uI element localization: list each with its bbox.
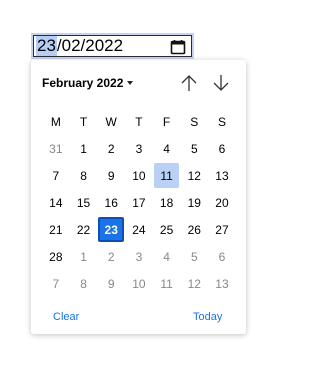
weekday-header: T (79, 114, 88, 129)
calendar-day[interactable]: 15 (70, 189, 98, 216)
date-day-segment[interactable]: 23 (36, 36, 57, 56)
calendar-day[interactable]: 16 (97, 189, 125, 216)
calendar-day[interactable]: 31 (42, 135, 70, 162)
calendar-day[interactable]: 13 (208, 270, 236, 297)
calendar-day[interactable]: 2 (97, 135, 125, 162)
clear-button[interactable]: Clear (53, 311, 79, 323)
calendar-day[interactable]: 4 (153, 135, 181, 162)
calendar-day[interactable]: 12 (180, 270, 208, 297)
calendar-day[interactable]: 1 (70, 135, 98, 162)
calendar-day[interactable]: 9 (97, 270, 125, 297)
calendar-day[interactable]: 1 (70, 243, 98, 270)
calendar-day[interactable]: 9 (97, 162, 125, 189)
calendar-day[interactable]: 27 (208, 216, 236, 243)
calendar-day[interactable]: 11 (153, 270, 181, 297)
month-year-selector[interactable]: February 2022 (42, 76, 134, 90)
calendar-day[interactable]: 6 (208, 243, 236, 270)
weekday-header: F (162, 114, 171, 129)
selected-day[interactable]: 23 (98, 217, 125, 242)
calendar-day[interactable]: 18 (153, 189, 181, 216)
weekday-header: S (190, 114, 199, 129)
weekday-header: T (135, 114, 143, 129)
calendar-day[interactable]: 26 (180, 216, 208, 243)
date-input-field[interactable]: 23/02/2022 (33, 35, 192, 57)
calendar-day[interactable]: 13 (208, 162, 236, 189)
calendar-day[interactable]: 11 (153, 163, 180, 188)
calendar-day[interactable]: 20 (208, 189, 236, 216)
weekday-header: M (50, 114, 61, 129)
calendar-day[interactable]: 10 (125, 162, 153, 189)
arrow-down-icon[interactable] (211, 72, 231, 94)
weekday-header: S (217, 114, 226, 129)
calendar-day[interactable]: 17 (125, 189, 153, 216)
calendar-day[interactable]: 28 (42, 243, 70, 270)
arrow-up-icon[interactable] (179, 72, 199, 94)
date-month-year-segment[interactable]: /02/2022 (57, 36, 123, 56)
calendar-day[interactable]: 24 (125, 216, 153, 243)
date-input[interactable]: 23/02/2022 (31, 33, 194, 59)
calendar-day[interactable]: 3 (125, 243, 153, 270)
calendar-day[interactable]: 7 (42, 270, 70, 297)
caret-down-icon (127, 81, 134, 85)
calendar-day[interactable]: 6 (208, 135, 236, 162)
calendar-day[interactable]: 12 (180, 162, 208, 189)
calendar-day[interactable]: 2 (97, 243, 125, 270)
month-year-label: February 2022 (42, 76, 124, 90)
calendar-day[interactable]: 4 (153, 243, 181, 270)
calendar-day[interactable]: 8 (70, 270, 98, 297)
calendar-day[interactable]: 22 (70, 216, 98, 243)
today-button[interactable]: Today (193, 311, 222, 323)
calendar-day[interactable]: 10 (125, 270, 153, 297)
calendar-day[interactable]: 5 (180, 135, 208, 162)
calendar-icon[interactable] (170, 39, 186, 55)
calendar-day[interactable]: 25 (153, 216, 181, 243)
calendar-day[interactable]: 3 (125, 135, 153, 162)
calendar-day[interactable]: 19 (180, 189, 208, 216)
date-picker-popup: February 2022 M T W T F S S 31 1 2 3 4 5 6 7 8 9 10 11 12 13… (31, 60, 246, 334)
weekday-header: W (105, 114, 117, 129)
calendar-day[interactable]: 8 (70, 162, 98, 189)
calendar-day[interactable]: 14 (42, 189, 70, 216)
calendar-day[interactable]: 21 (42, 216, 70, 243)
calendar-day[interactable]: 7 (42, 162, 70, 189)
calendar-grid: M T W T F S S 31 1 2 3 4 5 6 7 8 9 10 11 12 13 14 15 16 17 18 19 20… (42, 108, 236, 297)
calendar-day[interactable]: 5 (180, 243, 208, 270)
